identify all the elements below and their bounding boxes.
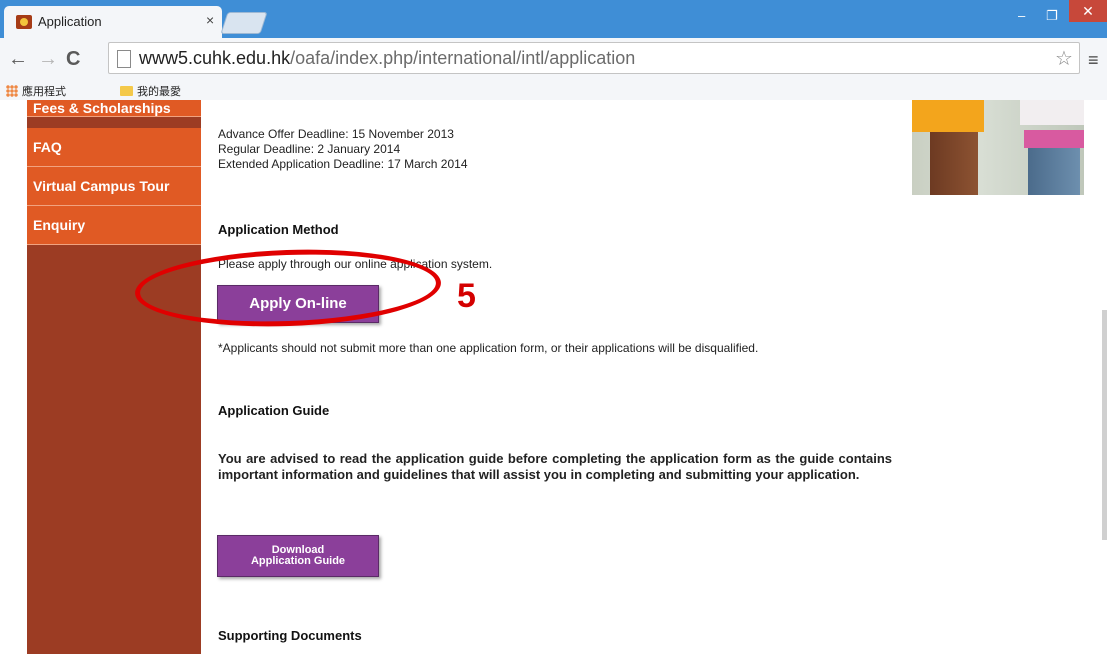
bookmark-favorites[interactable]: 我的最愛 [120, 83, 181, 99]
sidebar-item-enquiry[interactable]: Enquiry [27, 206, 201, 245]
url-host: www5.cuhk.edu.hk [139, 48, 291, 68]
minimize-button[interactable]: – [1018, 8, 1025, 23]
new-tab-button[interactable] [220, 12, 268, 34]
web-page: Fees & Scholarships FAQ Virtual Campus T… [0, 100, 1107, 654]
photo-detail [1028, 148, 1080, 195]
sidebar-item-label: FAQ [33, 139, 62, 155]
application-guide-heading: Application Guide [218, 403, 330, 418]
application-method-heading: Application Method [218, 222, 339, 237]
folder-icon [120, 86, 133, 96]
photo-detail [912, 100, 984, 132]
forward-arrow-icon[interactable]: → [38, 48, 58, 71]
cuhk-favicon-icon [16, 15, 32, 29]
scrollbar[interactable] [1102, 310, 1107, 540]
deadline-extended: Extended Application Deadline: 17 March … [218, 157, 468, 171]
sidebar-item-virtual-campus-tour[interactable]: Virtual Campus Tour [27, 167, 201, 206]
download-guide-label-2: Application Guide [250, 555, 346, 567]
bookmark-star-icon[interactable]: ☆ [1055, 46, 1073, 71]
photo-detail [930, 132, 978, 195]
sidebar-item-label: Virtual Campus Tour [33, 178, 170, 194]
sidebar-nav: Fees & Scholarships FAQ Virtual Campus T… [27, 100, 201, 654]
main-content: Advance Offer Deadline: 15 November 2013… [201, 100, 1107, 654]
bookmarks-bar: 應用程式 我的最愛 [0, 80, 1107, 100]
page-icon [117, 50, 131, 68]
sidebar-item-label: Fees & Scholarships [33, 100, 171, 116]
download-guide-button[interactable]: Download Application Guide [217, 535, 379, 577]
close-window-button[interactable]: ✕ [1069, 0, 1107, 22]
tab-title: Application [38, 14, 102, 29]
application-guide-text: You are advised to read the application … [218, 451, 892, 482]
application-note: *Applicants should not submit more than … [218, 341, 759, 355]
sidebar-item-fees-scholarships[interactable]: Fees & Scholarships [27, 100, 201, 117]
students-photo [912, 100, 1084, 195]
reload-icon[interactable]: C [66, 48, 80, 71]
tab-strip: Application × – ❐ ✕ [0, 0, 1107, 38]
url-path: /oafa/index.php/international/intl/appli… [290, 48, 636, 68]
photo-detail [1024, 130, 1084, 148]
back-arrow-icon[interactable]: ← [8, 48, 28, 71]
bookmark-apps-label: 應用程式 [22, 86, 66, 98]
url-text[interactable]: www5.cuhk.edu.hk/oafa/index.php/internat… [139, 48, 635, 69]
sidebar-item-label: Enquiry [33, 217, 86, 233]
browser-toolbar: ← → C www5.cuhk.edu.hk/oafa/index.php/in… [0, 38, 1107, 80]
address-bar[interactable]: www5.cuhk.edu.hk/oafa/index.php/internat… [108, 42, 1080, 74]
supporting-documents-heading: Supporting Documents [218, 628, 362, 643]
maximize-button[interactable]: ❐ [1046, 8, 1058, 24]
bookmark-apps[interactable]: 應用程式 [6, 83, 66, 99]
deadline-advance: Advance Offer Deadline: 15 November 2013 [218, 127, 454, 141]
browser-tab[interactable]: Application × [4, 6, 222, 38]
bookmark-favorites-label: 我的最愛 [137, 86, 181, 98]
deadline-regular: Regular Deadline: 2 January 2014 [218, 142, 401, 156]
annotation-step-number: 5 [457, 277, 476, 315]
chrome-menu-icon[interactable]: ≡ [1088, 50, 1099, 71]
tab-close-icon[interactable]: × [206, 12, 214, 28]
apps-grid-icon [6, 85, 18, 97]
photo-detail [1020, 100, 1084, 125]
sidebar-item-faq[interactable]: FAQ [27, 128, 201, 167]
